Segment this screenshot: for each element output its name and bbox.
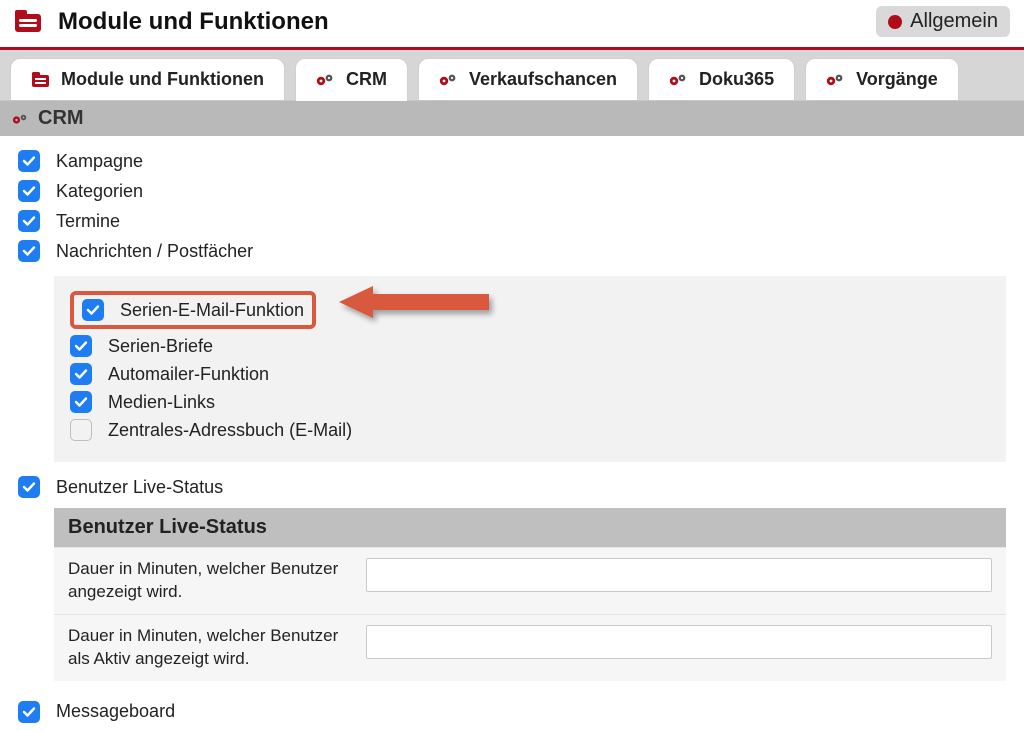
highlight-serien-email: Serien-E-Mail-Funktion xyxy=(70,291,316,329)
chip-allgemein[interactable]: Allgemein xyxy=(876,6,1010,37)
checkbox-serien-briefe[interactable] xyxy=(70,335,92,357)
checkbox-serien-email[interactable] xyxy=(82,299,104,321)
check-row-termine: Termine xyxy=(18,206,1006,236)
check-row-serien-briefe: Serien-Briefe xyxy=(70,332,990,360)
check-row-serien-email: Serien-E-Mail-Funktion xyxy=(70,288,990,332)
check-label: Messageboard xyxy=(56,701,175,722)
check-label: Zentrales-Adressbuch (E-Mail) xyxy=(108,420,352,441)
live-status-panel: Benutzer Live-Status Dauer in Minuten, w… xyxy=(54,508,1006,681)
checkbox-kampagne[interactable] xyxy=(18,150,40,172)
tab-label: Vorgänge xyxy=(856,69,938,90)
tab-label: CRM xyxy=(346,69,387,90)
checkbox-zentrales-adressbuch[interactable] xyxy=(70,419,92,441)
tab-doku365[interactable]: Doku365 xyxy=(648,58,795,100)
check-label: Kategorien xyxy=(56,181,143,202)
input-active-duration[interactable] xyxy=(366,625,992,659)
check-row-nachrichten: Nachrichten / Postfächer xyxy=(18,236,1006,266)
check-label: Kampagne xyxy=(56,151,143,172)
check-row-messageboard: Messageboard xyxy=(18,697,1006,727)
form-label: Dauer in Minuten, welcher Benutzer als A… xyxy=(68,625,348,671)
check-label: Nachrichten / Postfächer xyxy=(56,241,253,262)
checkbox-nachrichten[interactable] xyxy=(18,240,40,262)
form-input-wrap xyxy=(366,558,992,592)
check-row-zentrales-adressbuch: Zentrales-Adressbuch (E-Mail) xyxy=(70,416,990,444)
tab-label: Verkaufschancen xyxy=(469,69,617,90)
check-row-automailer: Automailer-Funktion xyxy=(70,360,990,388)
checkbox-kategorien[interactable] xyxy=(18,180,40,202)
check-label: Serien-Briefe xyxy=(108,336,213,357)
tab-module-und-funktionen[interactable]: Module und Funktionen xyxy=(10,58,285,100)
gears-icon xyxy=(826,73,846,87)
gears-icon xyxy=(439,73,459,87)
check-row-kategorien: Kategorien xyxy=(18,176,1006,206)
check-label: Automailer-Funktion xyxy=(108,364,269,385)
check-label: Termine xyxy=(56,211,120,232)
check-label: Benutzer Live-Status xyxy=(56,477,223,498)
folder-icon xyxy=(14,9,44,35)
folder-icon xyxy=(31,71,51,89)
chip-label: Allgemein xyxy=(910,10,998,33)
gears-icon xyxy=(316,73,336,87)
form-input-wrap xyxy=(366,625,992,659)
checkbox-termine[interactable] xyxy=(18,210,40,232)
live-status-panel-title: Benutzer Live-Status xyxy=(54,508,1006,547)
form-label: Dauer in Minuten, welcher Benutzer angez… xyxy=(68,558,348,604)
tab-verkaufschancen[interactable]: Verkaufschancen xyxy=(418,58,638,100)
checkbox-messageboard[interactable] xyxy=(18,701,40,723)
checkbox-live-status[interactable] xyxy=(18,476,40,498)
check-row-kampagne: Kampagne xyxy=(18,146,1006,176)
tab-label: Module und Funktionen xyxy=(61,69,264,90)
tab-crm[interactable]: CRM xyxy=(295,58,408,100)
form-row-display-duration: Dauer in Minuten, welcher Benutzer angez… xyxy=(54,547,1006,614)
form-row-active-duration: Dauer in Minuten, welcher Benutzer als A… xyxy=(54,614,1006,681)
check-label: Medien-Links xyxy=(108,392,215,413)
section-title: CRM xyxy=(38,107,84,130)
messageboard-row: Messageboard xyxy=(0,687,1024,731)
tab-vorgaenge[interactable]: Vorgänge xyxy=(805,58,959,100)
checkbox-automailer[interactable] xyxy=(70,363,92,385)
check-row-medien-links: Medien-Links xyxy=(70,388,990,416)
tab-bar: Module und Funktionen CRM Verkaufschance… xyxy=(0,50,1024,101)
annotation-arrow-icon xyxy=(339,282,499,327)
tab-label: Doku365 xyxy=(699,69,774,90)
mail-subpanel: Serien-E-Mail-Funktion Serien-Briefe Aut… xyxy=(54,276,1006,462)
header-left: Module und Funktionen xyxy=(14,8,329,36)
gears-icon xyxy=(12,113,30,125)
checkbox-medien-links[interactable] xyxy=(70,391,92,413)
live-status-toggle-row: Benutzer Live-Status xyxy=(0,468,1024,502)
section-header-crm: CRM xyxy=(0,101,1024,136)
check-label: Serien-E-Mail-Funktion xyxy=(120,300,304,321)
page-header: Module und Funktionen Allgemein xyxy=(0,0,1024,50)
check-row-live-status: Benutzer Live-Status xyxy=(18,472,1006,502)
chip-dot-icon xyxy=(888,15,902,29)
input-display-duration[interactable] xyxy=(366,558,992,592)
crm-checklist: Kampagne Kategorien Termine Nachrichten … xyxy=(0,136,1024,270)
page-title: Module und Funktionen xyxy=(58,8,329,36)
gears-icon xyxy=(669,73,689,87)
